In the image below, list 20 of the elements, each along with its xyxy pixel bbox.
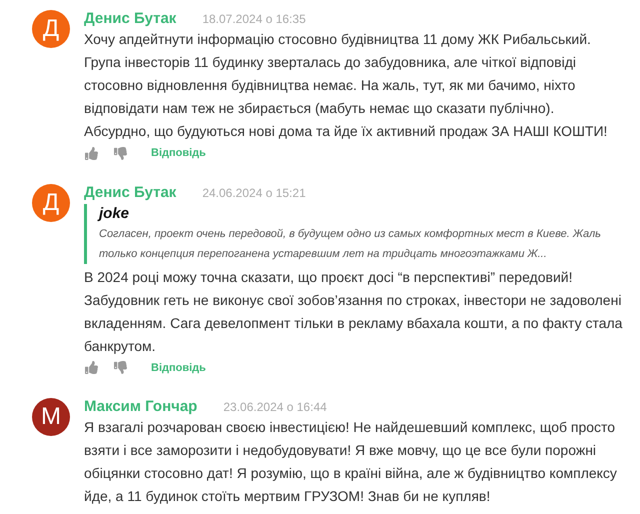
comment-text: В 2024 році можу точна сказати, що проєкт досі “в перспективі” передовий! Забудовник геть не виконує свої зобов’язання по строках, інвестори не задоволені вкладенням. Сага девелопмент тільки в рекламу вбахала кошти, а по факту стала банкрутом.	[84, 268, 622, 356]
author-name[interactable]: Денис Бутак	[84, 8, 176, 30]
quote-author: joke	[99, 204, 130, 224]
avatar: Д	[32, 10, 70, 48]
comment-date: 18.07.2024 о 16:35	[202, 11, 306, 28]
thumbs-down-icon[interactable]	[114, 146, 127, 160]
thumbs-up-icon[interactable]	[85, 146, 98, 160]
author-name[interactable]: Денис Бутак	[84, 182, 176, 204]
author-name[interactable]: Максим Гончар	[84, 396, 198, 418]
thumbs-down-icon[interactable]	[114, 361, 127, 374]
reply-link[interactable]: Відповідь	[151, 145, 206, 162]
avatar: М	[32, 398, 70, 436]
comment-date: 23.06.2024 о 16:44	[223, 399, 327, 416]
comment-date: 24.06.2024 о 15:21	[202, 184, 306, 202]
reply-link[interactable]: Відповідь	[151, 360, 206, 376]
avatar: Д	[32, 184, 70, 222]
comment-text: Хочу апдейтнути інформацію стосовно будівництва 11 дому ЖК Рибальський. Група інвесторів 11 будинку зверталась до забудовника, але чіткої відповіді стосовно відновлення будівництва немає. На жаль, тут, як ми бачимо, ніхто відповідати нам теж не збирається (мабуть немає що сказати публічно). Абсурдно, що будуються нові дома та йде їх активний продаж ЗА НАШІ КОШТИ!	[84, 30, 608, 141]
comment-text: Я взагалі розчарован своєю інвестицією! Не найдешевший комплекс, щоб просто взяти і все заморозити і недобудовувати! Я вже мовчу, що це все були порожні обіцянки стосовно дат! Я розумію, що в країні війна, але ж будівництво комплексу йде, а 11 будинок стоїть мертвим ГРУЗОМ! Знав би не купляв!	[84, 418, 617, 506]
quote-text: Согласен, проект очень передовой, в будущем одно из самых комфортных мест в Киеве. Жаль только концепция перепоганена устаревшим лет на тридцать многоэтажками Ж...	[99, 226, 602, 262]
thumbs-up-icon[interactable]	[85, 361, 98, 374]
